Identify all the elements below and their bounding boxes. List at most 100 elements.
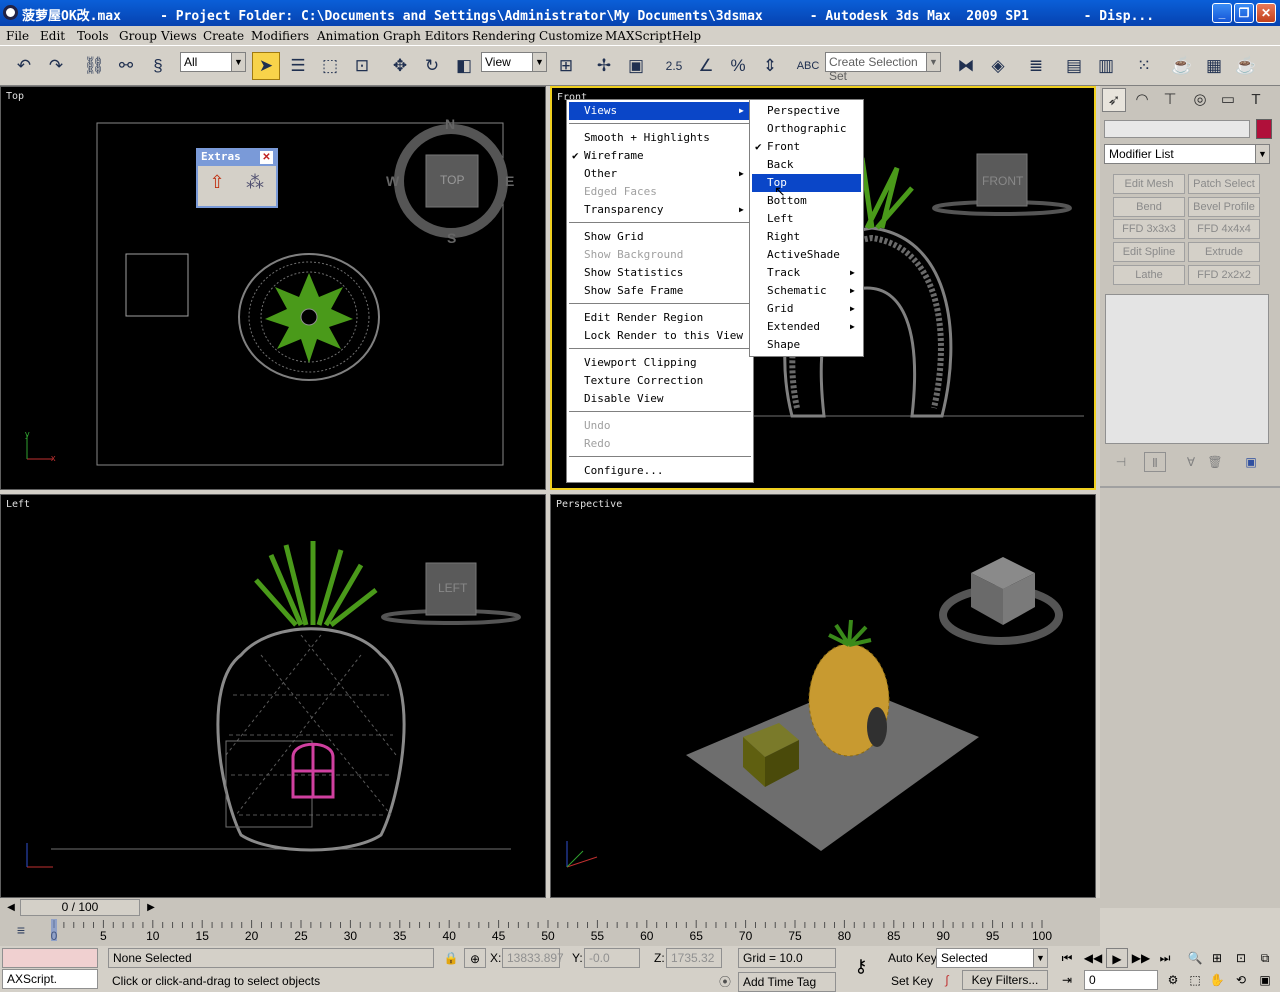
menu-file[interactable]: File bbox=[6, 29, 29, 43]
view-top[interactable]: Top bbox=[752, 174, 861, 192]
menu-views[interactable]: Views bbox=[161, 29, 197, 43]
select-and-scale-icon[interactable]: ◧ bbox=[450, 52, 478, 80]
viewport-context-menu[interactable]: Views ▶ Smooth + Highlights ✔ Wireframe Ot… bbox=[566, 99, 754, 483]
go-to-end-icon[interactable]: ⏭ bbox=[1154, 948, 1176, 968]
object-color-swatch[interactable] bbox=[1256, 119, 1272, 139]
remove-modifier-icon[interactable]: 🗑 bbox=[1204, 452, 1226, 472]
menu-item-show-safe-frame[interactable]: Show Safe Frame bbox=[569, 282, 751, 300]
orbit-icon[interactable]: ⟲ bbox=[1230, 970, 1252, 990]
z-coordinate-field[interactable]: 1735.32 bbox=[666, 948, 722, 968]
pan-view-icon[interactable]: ✋ bbox=[1206, 970, 1228, 990]
pin-stack-icon[interactable]: ⊣ bbox=[1110, 452, 1132, 472]
zoom-all-icon[interactable]: ⊞ bbox=[1206, 948, 1228, 968]
go-to-start-icon[interactable]: ⏮ bbox=[1056, 948, 1078, 968]
snap-toggle-icon[interactable]: 2.5 bbox=[660, 52, 688, 80]
close-button[interactable]: ✕ bbox=[1256, 3, 1276, 23]
maximize-button[interactable]: ❐ bbox=[1234, 3, 1254, 23]
layer-manager-icon[interactable]: ≣ bbox=[1022, 52, 1050, 80]
modifier-stack-list[interactable] bbox=[1105, 294, 1269, 444]
key-icon[interactable]: ⚷ bbox=[846, 956, 876, 976]
view-front[interactable]: ✔ Front bbox=[752, 138, 861, 156]
menu-item-viewport-clipping[interactable]: Viewport Clipping bbox=[569, 354, 751, 372]
extras-toolbar[interactable]: Extras ✕ ⇧ ⁂ bbox=[196, 148, 278, 208]
modify-tab-icon[interactable]: ◠ bbox=[1130, 88, 1154, 112]
show-end-result-icon[interactable]: Ⅱ bbox=[1144, 452, 1166, 472]
minimize-button[interactable]: _ bbox=[1212, 3, 1232, 23]
select-and-move-icon[interactable]: ✥ bbox=[386, 52, 414, 80]
select-and-link-icon[interactable]: ⛓ bbox=[80, 52, 108, 80]
menu-maxscript[interactable]: MAXScript bbox=[605, 29, 672, 43]
configure-modifier-sets-icon[interactable]: ▣ bbox=[1240, 452, 1262, 472]
view-activeshade[interactable]: ActiveShade bbox=[752, 246, 861, 264]
undo-icon[interactable]: ↶ bbox=[10, 52, 38, 80]
menu-item-show-grid[interactable]: Show Grid bbox=[569, 228, 751, 246]
zoom-icon[interactable]: 🔍 bbox=[1184, 948, 1206, 968]
named-selection-set-dropdown[interactable]: Create Selection Set ▼ bbox=[825, 52, 941, 83]
menu-item-texture-correction[interactable]: Texture Correction bbox=[569, 372, 751, 390]
material-editor-icon[interactable]: ⁙ bbox=[1130, 52, 1158, 80]
menu-customize[interactable]: Customize bbox=[539, 29, 603, 43]
region-zoom-icon[interactable]: ⬚ bbox=[1184, 970, 1206, 990]
zoom-extents-all-icon[interactable]: ⧉ bbox=[1254, 948, 1276, 968]
viewport-top[interactable]: Top TOP N S E W y x Extras ✕ ⇧ ⁂ bbox=[0, 86, 546, 490]
extrude-button[interactable]: Extrude bbox=[1188, 242, 1260, 262]
rendered-frame-window-icon[interactable]: ▦ bbox=[1200, 52, 1228, 80]
menu-graph-editors[interactable]: Graph Editors bbox=[383, 29, 469, 43]
align-icon[interactable]: ◈ bbox=[984, 52, 1012, 80]
select-by-name-icon[interactable]: ☰ bbox=[284, 52, 312, 80]
spinner-snap-icon[interactable]: ⇕ bbox=[756, 52, 784, 80]
pivot-center-icon[interactable]: ⊞ bbox=[552, 52, 580, 80]
motion-tab-icon[interactable]: ◎ bbox=[1188, 88, 1212, 112]
select-and-manipulate-icon[interactable]: ✢ bbox=[590, 52, 618, 80]
viewcube-left-face[interactable]: LEFT bbox=[438, 581, 467, 595]
schematic-view-icon[interactable]: ▥ bbox=[1092, 52, 1120, 80]
view-track[interactable]: Track ▶ bbox=[752, 264, 861, 282]
view-orthographic[interactable]: Orthographic bbox=[752, 120, 861, 138]
menu-help[interactable]: Help bbox=[672, 29, 701, 43]
add-time-tag-button[interactable]: Add Time Tag bbox=[738, 972, 836, 992]
menu-group[interactable]: Group bbox=[119, 29, 157, 43]
viewport-perspective[interactable]: Perspective bbox=[550, 494, 1096, 898]
views-submenu[interactable]: Perspective Orthographic ✔ Front Back Top… bbox=[749, 99, 864, 357]
select-and-rotate-icon[interactable]: ↻ bbox=[418, 52, 446, 80]
key-tangent-icon[interactable]: ∫ bbox=[936, 970, 958, 990]
previous-key-icon[interactable]: ◀◀ bbox=[1082, 948, 1104, 968]
menu-item-edit-render-region[interactable]: Edit Render Region bbox=[569, 309, 751, 327]
y-coordinate-field[interactable]: -0.0 bbox=[584, 948, 640, 968]
menu-animation[interactable]: Animation bbox=[317, 29, 379, 43]
play-icon[interactable]: ▶ bbox=[1106, 948, 1128, 968]
view-bottom[interactable]: Bottom bbox=[752, 192, 861, 210]
rectangular-selection-icon[interactable]: ⬚ bbox=[316, 52, 344, 80]
x-coordinate-field[interactable]: 13833.897 bbox=[502, 948, 564, 968]
ffd-2x2x2-button[interactable]: FFD 2x2x2 bbox=[1188, 265, 1260, 285]
maxscript-input[interactable]: AXScript. bbox=[2, 969, 98, 989]
menu-modifiers[interactable]: Modifiers bbox=[251, 29, 309, 43]
menu-item-transparency[interactable]: Transparency ▶ bbox=[569, 201, 751, 219]
current-frame-field[interactable]: 0 bbox=[1084, 970, 1158, 990]
reference-coordinate-dropdown[interactable]: View ▼ bbox=[481, 52, 547, 72]
bind-space-warp-icon[interactable]: § bbox=[144, 52, 172, 80]
menu-rendering[interactable]: Rendering bbox=[472, 29, 536, 43]
menu-item-wireframe[interactable]: ✔ Wireframe bbox=[569, 147, 751, 165]
view-left[interactable]: Left bbox=[752, 210, 861, 228]
make-unique-icon[interactable]: ∀ bbox=[1180, 452, 1202, 472]
key-filters-button[interactable]: Key Filters... bbox=[962, 970, 1048, 990]
view-shape[interactable]: Shape bbox=[752, 336, 861, 354]
view-perspective[interactable]: Perspective bbox=[752, 102, 861, 120]
display-tab-icon[interactable]: ▭ bbox=[1216, 88, 1240, 112]
unlink-icon[interactable]: ⚯ bbox=[112, 52, 140, 80]
array-icon[interactable]: ⇧ bbox=[204, 172, 230, 198]
patch-select-button[interactable]: Patch Select bbox=[1188, 174, 1260, 194]
select-object-icon[interactable]: ➤ bbox=[252, 52, 280, 80]
edit-spline-button[interactable]: Edit Spline bbox=[1113, 242, 1185, 262]
current-time-marker[interactable] bbox=[51, 919, 57, 941]
viewcube-top-face[interactable]: TOP bbox=[440, 173, 464, 187]
zoom-extents-icon[interactable]: ⊡ bbox=[1230, 948, 1252, 968]
key-mode-toggle-icon[interactable]: ⇥ bbox=[1056, 970, 1078, 990]
render-setup-icon[interactable]: ☕ bbox=[1168, 52, 1196, 80]
key-mode-dropdown[interactable]: Selected ▼ bbox=[936, 948, 1048, 968]
menu-item-lock-render[interactable]: Lock Render to this View bbox=[569, 327, 751, 345]
menu-edit[interactable]: Edit bbox=[40, 29, 65, 43]
absolute-transform-icon[interactable]: ⊕ bbox=[464, 948, 486, 968]
menu-item-smooth-highlights[interactable]: Smooth + Highlights bbox=[569, 129, 751, 147]
